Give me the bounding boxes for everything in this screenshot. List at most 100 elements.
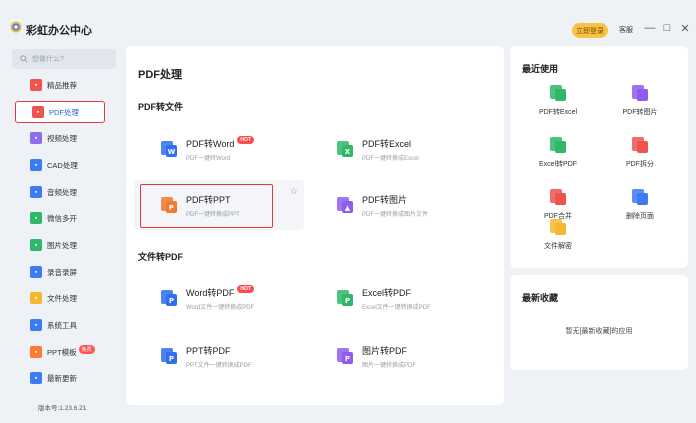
pdf-merge-icon [549,188,567,206]
favorite-star-icon[interactable]: ☆ [290,186,298,197]
tool-card-subtitle: 图片一键转换成PDF [362,362,417,369]
tool-card-subtitle: PDF一键转Word [186,155,231,162]
pdf-to-image-icon: ▲ [336,196,354,214]
sidebar-item-label: 微信多开 [47,213,77,223]
sidebar-item-audio[interactable]: ▪ 音频处理 [14,181,116,203]
tool-card-title: Excel转PDF [362,287,412,298]
pdf-split-icon [631,136,649,154]
title-bar: 彩虹办公中心 立即登录 客服 — □ ✕ [0,0,696,44]
search-placeholder: 想做什么? [32,56,64,63]
sidebar-item-system[interactable]: ▪ 系统工具 [14,314,116,336]
excel-to-pdf-icon: P [336,289,354,307]
svg-text:W: W [168,148,176,156]
recent-title: 最近使用 [522,64,559,74]
sidebar-item-label: PPT模板 [47,347,77,357]
recent-item-pdf-to-excel[interactable]: PDF转Excel [528,84,588,117]
video-icon: ▪ [30,132,42,144]
favorites-title: 最新收藏 [522,293,559,303]
pdf-icon: ▪ [32,106,44,118]
search-input[interactable]: 想做什么? [12,49,116,69]
sidebar-item-label: PDF处理 [49,107,79,117]
recent-item-delete-page[interactable]: 删除页面 [610,188,670,221]
tool-card-subtitle: PDF一键转换成Excel [362,155,419,162]
tool-card-subtitle: PPT文件一键转换成PDF [186,362,252,369]
recent-item-pdf-merge[interactable]: PDF合并 [528,188,588,221]
pdf-to-excel-icon [549,84,567,102]
sidebar-item-label: 系统工具 [47,320,77,330]
svg-text:P: P [345,297,350,305]
sidebar-item-recommend[interactable]: ▪ 精品推荐 [14,74,116,96]
svg-text:P: P [345,355,350,363]
svg-text:▲: ▲ [345,204,351,212]
close-button[interactable]: ✕ [679,22,691,35]
sidebar-item-record[interactable]: ▪ 录音录屏 [14,261,116,283]
tool-card-subtitle: Excel文件一键转换成PDF [362,304,431,311]
app-logo-icon [10,21,22,33]
sidebar-item-cad[interactable]: ▪ CAD处理 [14,154,116,176]
tool-card-title: PDF转Word [186,138,235,149]
tool-card-pdf-to-excel[interactable]: X PDF转Excel PDF一键转换成Excel [310,124,480,174]
svg-text:P: P [169,297,174,305]
recent-item-label: 文件解密 [544,243,572,250]
favorites-empty-text: 暂无[最新收藏]的应用 [565,328,633,335]
hot-badge: HOT [237,136,254,144]
tool-card-ppt-to-pdf[interactable]: P PPT转PDF PPT文件一键转换成PDF [134,331,304,381]
tool-card-pdf-to-word[interactable]: W PDF转Word HOT PDF一键转Word [134,124,304,174]
version-label: 版本号:1.23.6.21 [38,405,87,412]
wechat-icon: ▪ [30,212,42,224]
excel-to-pdf-icon [549,136,567,154]
sidebar-item-label: 文件处理 [47,293,77,303]
sidebar-item-image[interactable]: ▪ 图片处理 [14,234,116,256]
tool-card-title: 图片转PDF [362,345,408,356]
sidebar-item-wechat[interactable]: ▪ 微信多开 [14,207,116,229]
sidebar-item-label: 最新更新 [47,373,77,383]
tool-card-image-to-pdf[interactable]: P 图片转PDF 图片一键转换成PDF [310,331,480,381]
tool-card-word-to-pdf[interactable]: P Word转PDF HOT Word文件一键转换成PDF [134,273,304,323]
sidebar-item-folder[interactable]: ▪ 文件处理 [14,287,116,309]
section-title-file-to-pdf: 文件转PDF [138,252,184,262]
update-icon: ▪ [30,372,42,384]
pdf-to-excel-icon: X [336,140,354,158]
login-button[interactable]: 立即登录 [572,23,608,38]
audio-icon: ▪ [30,186,42,198]
sidebar-item-ppt[interactable]: ▪ PPT模板 免费 [14,341,116,363]
recent-item-label: PDF拆分 [626,161,654,168]
app-title: 彩虹办公中心 [26,25,92,37]
recent-item-excel-to-pdf[interactable]: Excel转PDF [528,136,588,169]
record-icon: ▪ [30,266,42,278]
recent-item-label: PDF转Excel [538,109,578,116]
recent-item-label: Excel转PDF [538,161,578,168]
recent-item-label: 删除页面 [626,213,654,220]
sidebar: 想做什么? ▪ 精品推荐 ▪ PDF处理 ▪ 视频处理 ▪ CAD处理 ▪ 音频处理 ▪ 微信多开 ▪ 图… [8,44,122,416]
sidebar-item-label: 视频处理 [47,133,77,143]
recent-panel: 最近使用 PDF转Excel PDF转图片 Excel转PDF PDF拆分 PDF合并删… [510,46,688,268]
sidebar-item-update[interactable]: ▪ 最新更新 [14,367,116,389]
customer-service-button[interactable]: 客服 [619,25,633,35]
tool-card-subtitle: Word文件一键转换成PDF [186,304,255,311]
tool-card-excel-to-pdf[interactable]: P Excel转PDF Excel文件一键转换成PDF [310,273,480,323]
sidebar-item-video[interactable]: ▪ 视频处理 [14,127,116,149]
recommend-icon: ▪ [30,79,42,91]
sidebar-item-label: CAD处理 [47,160,78,170]
search-icon [20,55,28,63]
recent-item-pdf-to-image[interactable]: PDF转图片 [610,84,670,117]
svg-text:X: X [345,148,351,156]
maximize-button[interactable]: □ [661,22,673,34]
main-panel: PDF处理 PDF转文件 文件转PDF W PDF转Word HOT PDF一键转Wo… [126,46,504,405]
recent-item-label: PDF转图片 [622,109,658,116]
file-decrypt-icon [549,218,567,236]
sidebar-item-pdf[interactable]: ▪ PDF处理 [15,101,105,123]
page-title: PDF处理 [138,69,182,81]
folder-icon: ▪ [30,292,42,304]
tool-card-title: PDF转Excel [362,138,412,149]
sidebar-item-label: 录音录屏 [47,267,77,277]
tool-card-pdf-to-image[interactable]: ▲ PDF转图片 PDF一键转换成图片文件 [310,180,480,230]
image-to-pdf-icon: P [336,347,354,365]
ppt-to-pdf-icon: P [160,347,178,365]
section-title-pdf-to-file: PDF转文件 [138,102,184,112]
minimize-button[interactable]: — [644,22,656,34]
recent-item-file-decrypt[interactable]: 文件解密 [528,218,588,251]
svg-text:P: P [169,355,174,363]
recent-item-pdf-split[interactable]: PDF拆分 [610,136,670,169]
pdf-to-image-icon [631,84,649,102]
